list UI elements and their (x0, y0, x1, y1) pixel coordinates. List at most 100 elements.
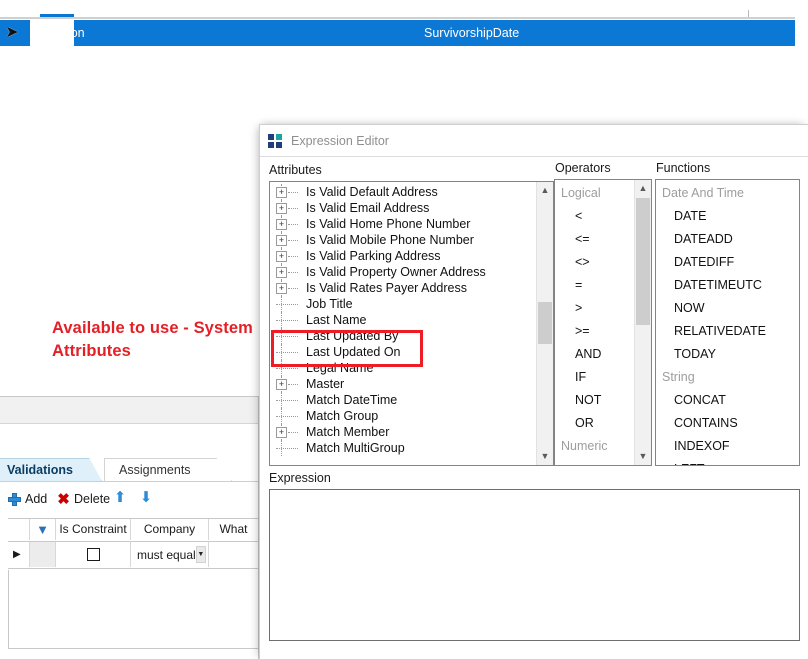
list-category: String (662, 370, 695, 384)
list-item[interactable]: < (555, 205, 635, 228)
row-selector-arrow-icon[interactable]: ➤ (0, 20, 30, 46)
list-item[interactable]: AND (555, 343, 635, 366)
list-item[interactable]: CONCAT (656, 389, 799, 412)
tree-item-label: Is Valid Mobile Phone Number (306, 233, 474, 247)
grid-col-company-name[interactable]: Company Name (131, 519, 209, 557)
tree-connector (288, 288, 298, 290)
list-item[interactable]: - (555, 458, 635, 465)
list-item[interactable]: > (555, 297, 635, 320)
expand-plus-icon[interactable]: + (276, 187, 287, 198)
tab-assignments[interactable]: Assignments (104, 458, 232, 481)
operators-scrollbar[interactable]: ▲ ▼ (634, 180, 651, 465)
grid-col-selector (8, 519, 30, 540)
tree-item[interactable]: + Is Valid Rates Payer Address (270, 280, 536, 296)
list-item[interactable]: INDEXOF (656, 435, 799, 458)
tree-item[interactable]: + Master (270, 376, 536, 392)
tree-item[interactable]: Match Group (270, 408, 536, 424)
row-is-constraint-cell[interactable] (56, 542, 131, 567)
attributes-treeview[interactable]: + Is Valid Default Address + Is Valid Email… (269, 181, 554, 466)
list-item[interactable]: >= (555, 320, 635, 343)
expression-input[interactable] (269, 489, 800, 641)
scrollbar-thumb[interactable] (538, 302, 552, 344)
row-what-cell[interactable] (209, 542, 258, 567)
expand-plus-icon[interactable]: + (276, 283, 287, 294)
row-selector-cell[interactable]: ▶ (8, 542, 30, 567)
scrollbar-thumb[interactable] (636, 198, 650, 325)
grid-col-is-constraint[interactable]: Is Constraint (56, 519, 131, 540)
list-item[interactable]: NOW (656, 297, 799, 320)
tree-item[interactable]: Job Title (270, 296, 536, 312)
list-item[interactable]: DATE (656, 205, 799, 228)
grid-header-row: ▼ Is Constraint Company Name What (8, 518, 258, 557)
tab-validations[interactable]: Validations (0, 458, 102, 481)
functions-listbox[interactable]: Date And Time DATE DATEADD DATEDIFF DATETIME… (655, 179, 800, 466)
expand-plus-icon[interactable]: + (276, 267, 287, 278)
scroll-up-icon[interactable]: ▲ (537, 182, 553, 199)
tree-item[interactable]: + Is Valid Property Owner Address (270, 264, 536, 280)
list-item[interactable]: <= (555, 228, 635, 251)
list-item[interactable]: CONTAINS (656, 412, 799, 435)
tree-connector (276, 368, 298, 370)
expression-editor-dialog: Expression Editor Attributes Operators F… (259, 124, 808, 659)
tree-item[interactable]: + Is Valid Home Phone Number (270, 216, 536, 232)
list-item[interactable]: <> (555, 251, 635, 274)
tree-connector (288, 256, 298, 258)
annotation-highlight-rectangle (271, 330, 423, 367)
expand-plus-icon[interactable]: + (276, 379, 287, 390)
validations-grid: ▼ Is Constraint Company Name What ▶ must… (8, 518, 258, 569)
row-company-name-cell[interactable]: must equal ▼ (131, 542, 209, 567)
list-category: Date And Time (662, 186, 744, 200)
expression-text[interactable] (270, 490, 799, 640)
tree-connector (288, 384, 298, 386)
selected-record-row[interactable] (0, 20, 795, 46)
tree-item[interactable]: Last Name (270, 312, 536, 328)
dialog-title: Expression Editor (291, 133, 389, 148)
tree-item[interactable]: Match MultiGroup (270, 440, 536, 456)
tree-item[interactable]: + Is Valid Mobile Phone Number (270, 232, 536, 248)
delete-button[interactable]: ✖ Delete (57, 490, 110, 508)
tree-item-label: Is Valid Parking Address (306, 249, 441, 263)
tree-item[interactable]: + Match Member (270, 424, 536, 440)
scroll-down-icon[interactable]: ▼ (635, 448, 651, 465)
move-down-button[interactable]: ⬇ (139, 489, 153, 507)
tree-item[interactable]: + Is Valid Email Address (270, 200, 536, 216)
list-item[interactable]: LEFT (656, 458, 799, 465)
scroll-up-icon[interactable]: ▲ (635, 180, 651, 197)
scroll-down-icon[interactable]: ▼ (537, 448, 553, 465)
screen-root: ➤ Person SurvivorshipDate Available to u… (0, 0, 808, 659)
tree-item-label: Is Valid Default Address (306, 185, 438, 199)
tree-connector (276, 320, 298, 322)
label-attributes: Attributes (269, 163, 322, 177)
red-x-icon: ✖ (57, 490, 70, 508)
operators-listbox[interactable]: Logical <<=<>=>>=ANDIFNOTOR Numeric - ▲ ▼ (554, 179, 652, 466)
expand-plus-icon[interactable]: + (276, 427, 287, 438)
list-category: Logical (561, 186, 601, 200)
expand-plus-icon[interactable]: + (276, 219, 287, 230)
tree-item-label: Match Group (306, 409, 379, 423)
grid-col-what[interactable]: What (209, 519, 258, 540)
list-item[interactable]: TODAY (656, 343, 799, 366)
is-constraint-checkbox[interactable] (86, 548, 100, 561)
list-item[interactable]: NOT (555, 389, 635, 412)
list-item[interactable]: DATEADD (656, 228, 799, 251)
row-filter-cell (30, 542, 56, 567)
tree-item[interactable]: Match DateTime (270, 392, 536, 408)
expand-plus-icon[interactable]: + (276, 235, 287, 246)
move-up-button[interactable]: ⬆ (113, 489, 127, 507)
tree-item[interactable]: + Is Valid Default Address (270, 184, 536, 200)
list-item[interactable]: IF (555, 366, 635, 389)
list-item[interactable]: DATEDIFF (656, 251, 799, 274)
list-item[interactable]: DATETIMEUTC (656, 274, 799, 297)
record-count-bar: 1 - 1 of 1 (0, 397, 258, 423)
chevron-down-icon[interactable]: ▼ (195, 546, 206, 563)
expand-plus-icon[interactable]: + (276, 251, 287, 262)
grid-col-filter[interactable]: ▼ (30, 519, 56, 540)
list-item[interactable]: RELATIVEDATE (656, 320, 799, 343)
tree-item[interactable]: + Is Valid Parking Address (270, 248, 536, 264)
expand-plus-icon[interactable]: + (276, 203, 287, 214)
add-button[interactable]: Add (8, 490, 47, 508)
table-row[interactable]: ▶ must equal ▼ (8, 542, 258, 569)
attributes-scrollbar[interactable]: ▲ ▼ (536, 182, 553, 465)
list-item[interactable]: OR (555, 412, 635, 435)
list-item[interactable]: = (555, 274, 635, 297)
